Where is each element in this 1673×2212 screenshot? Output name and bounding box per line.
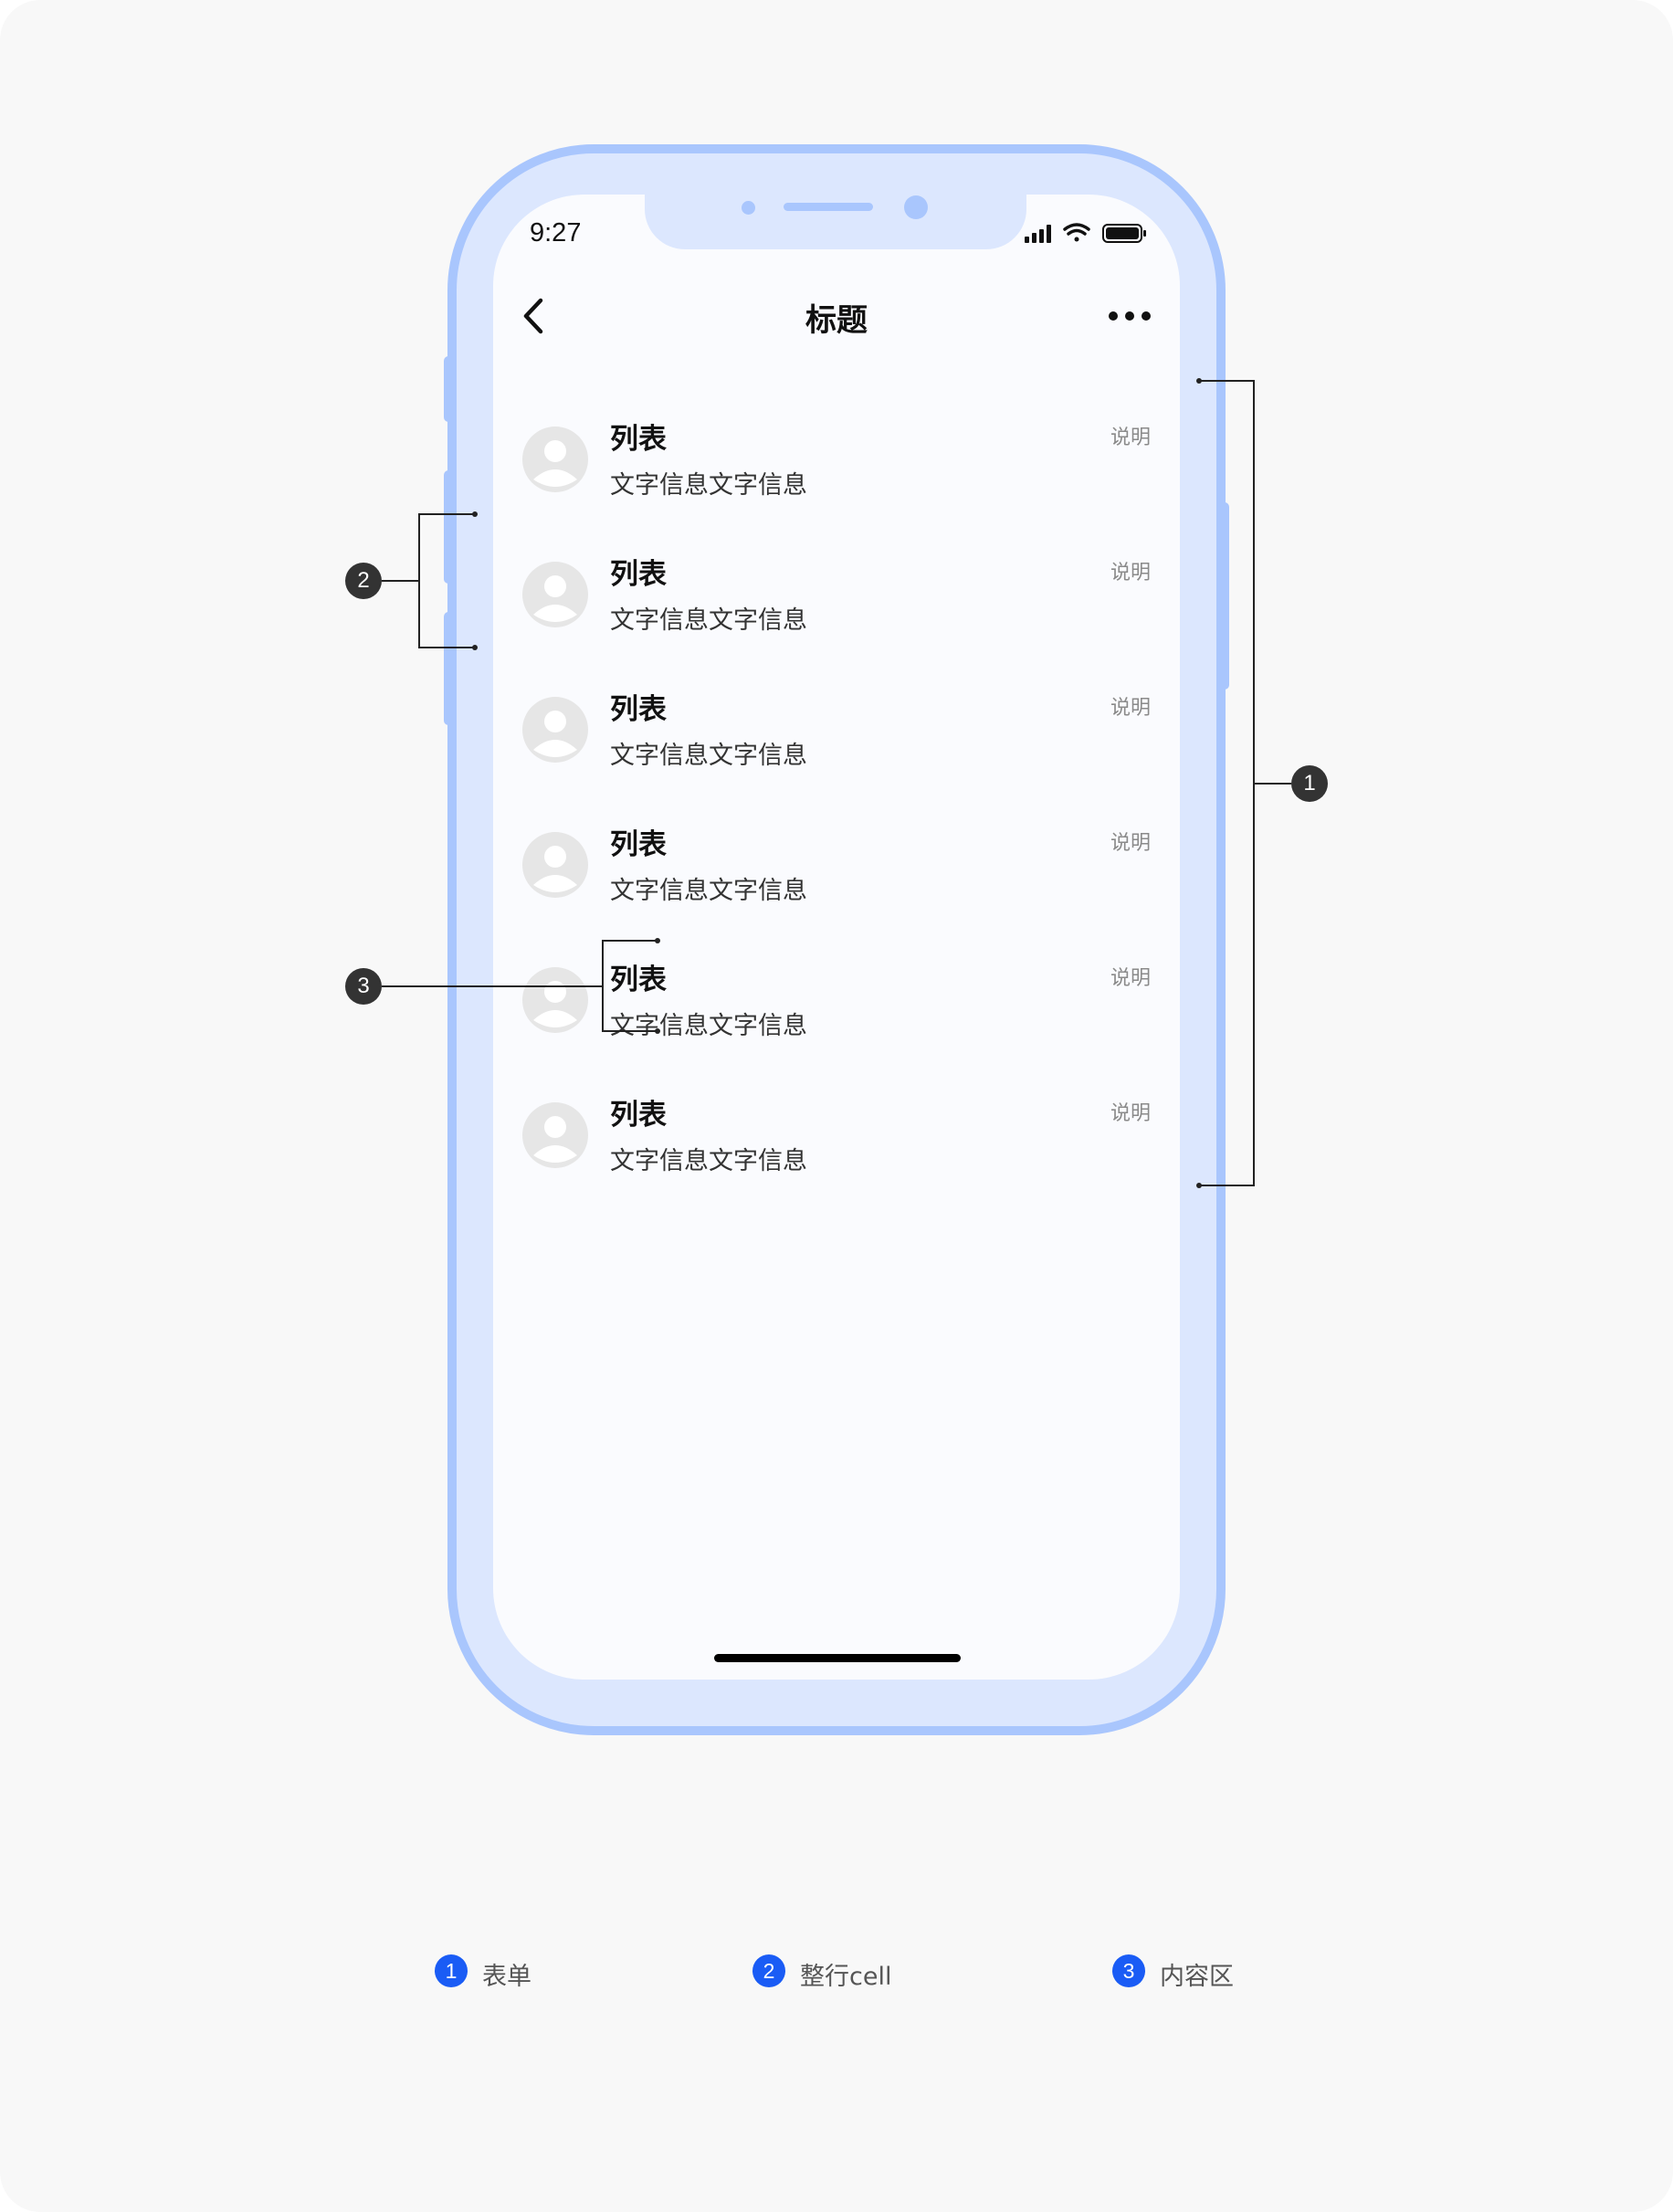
callout-badge-2: 2 [345,563,382,599]
callout-badge-1: 1 [1291,765,1328,802]
callout-badge-3: 3 [345,968,382,1005]
legend-number: 2 [752,1954,785,1987]
callout-lines [382,378,1291,1188]
legend-label: 表单 [482,1963,531,1991]
annotation-page: 9:27 标题 列表 文字信息文字信息 说明 列表 文字信息文字信息 说明 列表… [0,0,1673,2212]
legend-label: 整行cell [800,1963,892,1991]
legend-number: 3 [1112,1954,1145,1987]
legend-number: 1 [435,1954,468,1987]
legend-label: 内容区 [1160,1963,1234,1991]
